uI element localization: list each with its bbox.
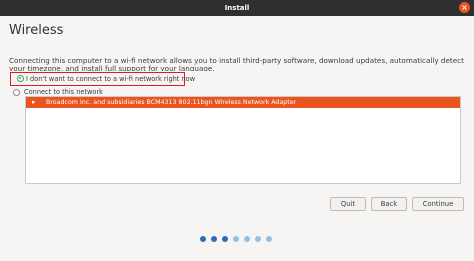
no-connect-radio[interactable] [17,75,24,82]
network-adapter-label: Broadcom Inc. and subsidiaries BCM4313 8… [46,99,297,106]
connect-network-radio[interactable] [13,89,20,96]
back-button[interactable]: Back [371,197,407,211]
page-title: Wireless [9,23,64,38]
page-description: Connecting this computer to a wi-fi netw… [9,57,464,71]
progress-dot [200,236,206,242]
progress-dot [233,236,239,242]
progress-dot [266,236,272,242]
title-bar: Install × [0,0,474,16]
network-list[interactable]: ▸ Broadcom Inc. and subsidiaries BCM4313… [25,96,461,184]
network-list-item[interactable]: ▸ Broadcom Inc. and subsidiaries BCM4313… [26,97,460,108]
no-connect-label[interactable]: I don't want to connect to a wi-fi netwo… [26,75,195,83]
window-title: Install [224,4,250,12]
progress-dot [211,236,217,242]
progress-dot [222,236,228,242]
progress-dot [244,236,250,242]
close-icon[interactable]: × [459,2,470,13]
progress-dot [255,236,261,242]
continue-button[interactable]: Continue [412,197,464,211]
quit-button[interactable]: Quit [330,197,366,211]
expand-arrow-icon[interactable]: ▸ [32,98,36,106]
connect-network-label[interactable]: Connect to this network [24,88,103,96]
